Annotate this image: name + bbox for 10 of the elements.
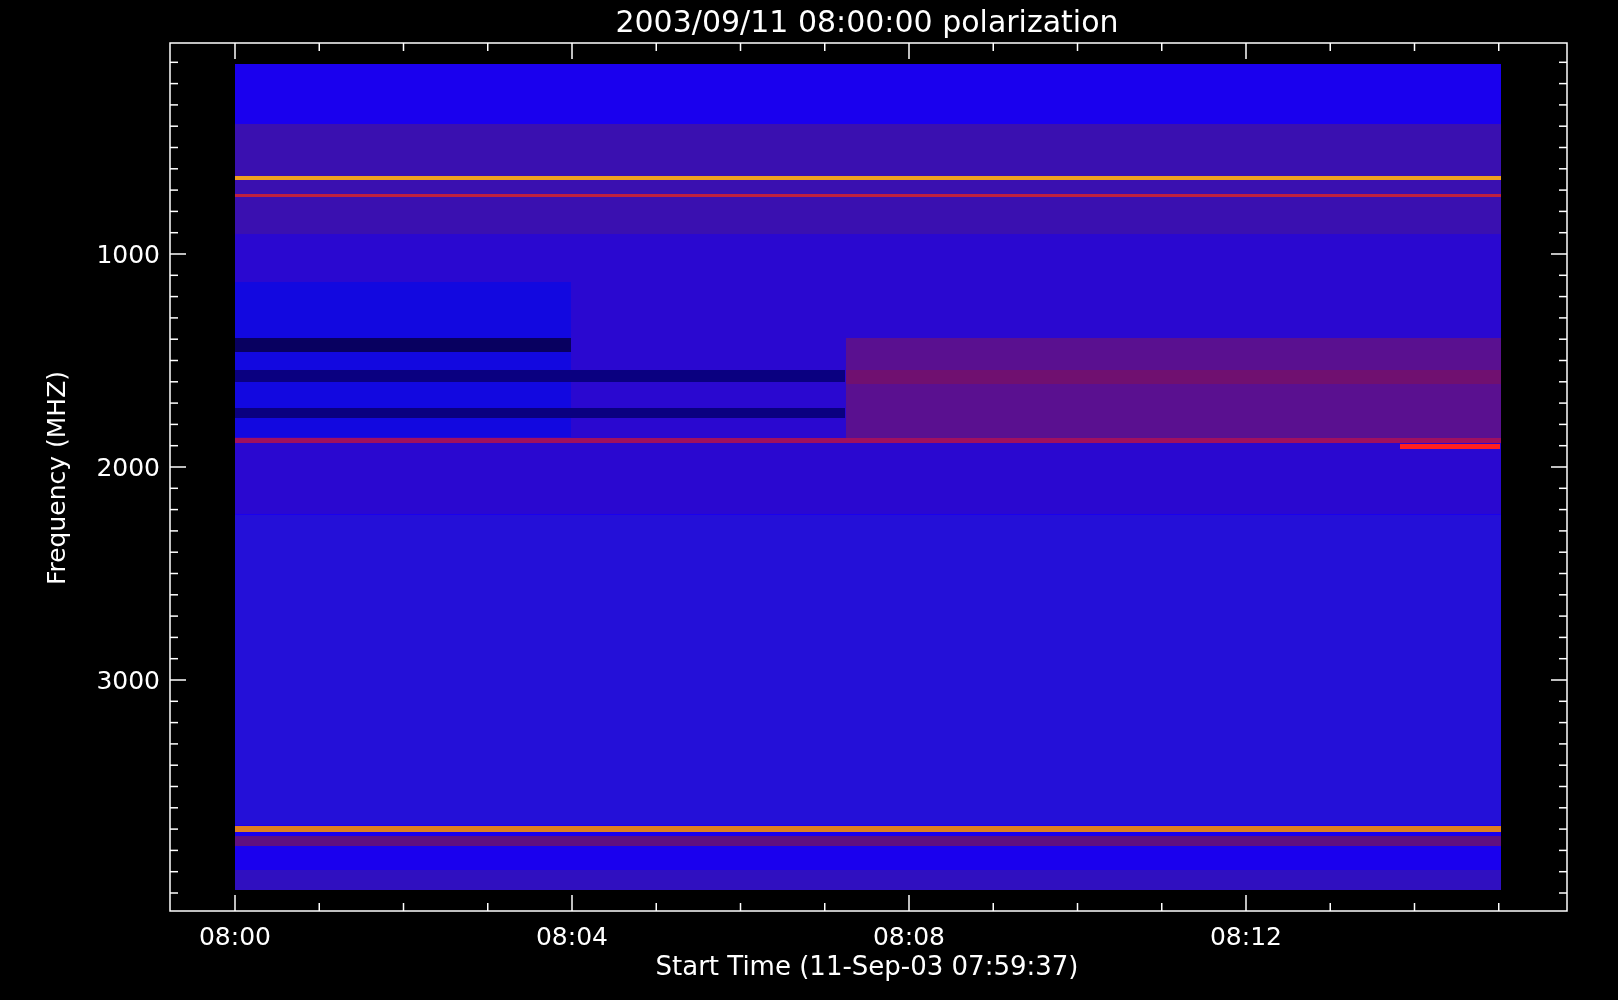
x-tick-label: 08:08 bbox=[873, 922, 945, 951]
y-axis-label: Frequency (MHZ) bbox=[42, 370, 71, 586]
x-tick-label: 08:04 bbox=[536, 922, 608, 951]
y-tick-label: 2000 bbox=[96, 453, 160, 482]
x-tick-label: 08:00 bbox=[199, 922, 271, 951]
chart-title: 2003/09/11 08:00:00 polarization bbox=[615, 4, 1119, 39]
x-axis-label: Start Time (11-Sep-03 07:59:37) bbox=[655, 951, 1079, 981]
x-tick-label: 08:12 bbox=[1210, 922, 1282, 951]
y-tick-label: 1000 bbox=[96, 240, 160, 269]
y-tick-label: 3000 bbox=[96, 666, 160, 695]
